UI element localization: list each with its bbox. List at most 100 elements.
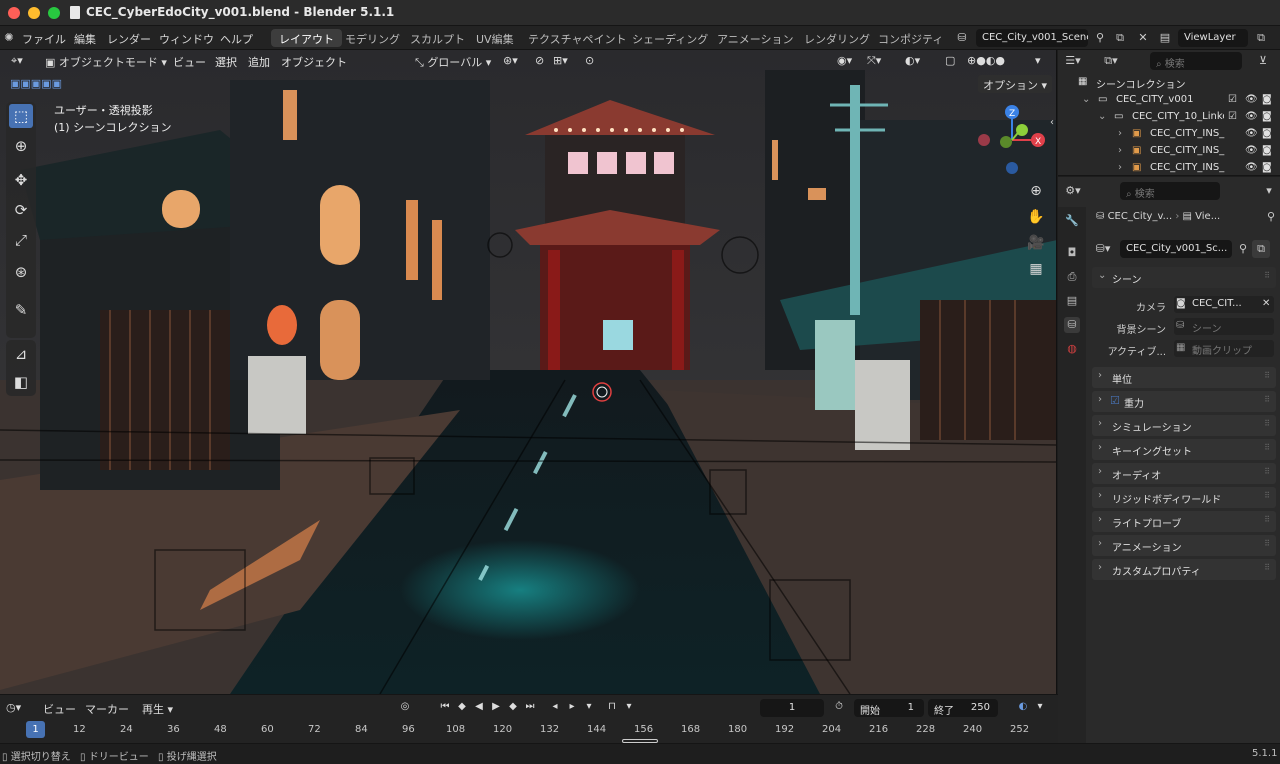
panel-simulation[interactable]: › シミュレーション ⠿ — [1092, 415, 1276, 436]
gravity-checkbox-icon[interactable]: ☑ — [1110, 394, 1120, 407]
playhead-frame-indicator[interactable]: 1 — [26, 721, 45, 738]
tab-compositing[interactable]: コンポジティ — [870, 29, 951, 47]
shading-modes-icon[interactable]: ⊕●◐● — [962, 52, 1010, 70]
stopwatch-icon[interactable]: ⏱ — [832, 700, 846, 714]
world-tab-icon[interactable]: ◍ — [1064, 341, 1080, 357]
navigation-gizmo[interactable]: Z X — [970, 100, 1054, 184]
panel-light-probes[interactable]: › ライトプローブ ⠿ — [1092, 511, 1276, 532]
viewport-menu-view[interactable]: ビュー — [173, 54, 206, 70]
play-reverse-icon[interactable]: ◀ — [472, 700, 486, 714]
blender-logo-icon[interactable]: ✺ — [0, 29, 18, 47]
drag-handle-icon[interactable]: ⠿ — [1264, 371, 1270, 380]
outliner-row[interactable]: ⌄ ▭ CEC_CITY_10_Linke ☑ 👁 ◙ — [1058, 109, 1280, 126]
transform-icon[interactable]: ⊛ — [9, 260, 33, 284]
minimize-window-button[interactable] — [28, 7, 40, 19]
play-icon[interactable]: ▶ — [489, 700, 503, 714]
viewlayer-icon[interactable]: ▤ — [1156, 29, 1174, 47]
pin-icon[interactable]: ⚲ — [1262, 208, 1280, 226]
auto-keying-icon[interactable]: ⊓ — [605, 700, 619, 714]
ortho-grid-icon[interactable]: ▦ — [1027, 260, 1045, 278]
scene-data-icon[interactable]: ⛁▾ — [1094, 240, 1112, 258]
proportional-edit-icon[interactable]: ⊙ — [580, 52, 599, 70]
add-cube-icon[interactable]: ◧ — [9, 370, 33, 394]
checkbox-icon[interactable]: ☑ — [1228, 94, 1237, 105]
select-box-icon[interactable]: ⬚ — [9, 104, 33, 128]
pan-hand-icon[interactable]: ✋ — [1027, 208, 1045, 226]
drag-handle-icon[interactable]: ⠿ — [1264, 563, 1270, 572]
panel-rigid-body-world[interactable]: › リジッドボディワールド ⠿ — [1092, 487, 1276, 508]
delete-scene-icon[interactable]: ✕ — [1134, 29, 1152, 47]
viewlayer-field[interactable]: ViewLayer — [1178, 29, 1248, 47]
camera-render-icon[interactable]: ◙ — [1262, 145, 1272, 156]
chevron-down-icon[interactable]: ▾ — [622, 700, 636, 714]
options-dropdown[interactable]: オプション ▾ — [978, 75, 1053, 93]
outliner-row[interactable]: › ▣ CEC_CITY_INS_ 👁 ◙ — [1058, 143, 1280, 160]
shading-options-icon[interactable]: ▾ — [1030, 52, 1046, 70]
drag-handle-icon[interactable]: ⠿ — [1264, 539, 1270, 548]
visibility-icon[interactable]: ◉▾ — [832, 52, 857, 70]
pivot-point-icon[interactable]: ⊛▾ — [498, 52, 523, 70]
camera-render-icon[interactable]: ◙ — [1262, 128, 1272, 139]
panel-units[interactable]: › 単位 ⠿ — [1092, 367, 1276, 388]
menu-file[interactable]: ファイル — [22, 31, 66, 47]
tab-layout[interactable]: レイアウト — [271, 29, 342, 47]
pin-icon[interactable]: ⚲ — [1091, 29, 1109, 47]
clear-camera-icon[interactable]: ✕ — [1262, 298, 1270, 309]
frame-start-input[interactable]: 開始 1 — [854, 699, 924, 717]
outliner-row[interactable]: › ▣ CEC_CITY_INS_ 👁 ◙ — [1058, 160, 1280, 177]
viewport-menu-select[interactable]: 選択 — [215, 54, 237, 70]
current-frame-input[interactable]: 1 — [760, 699, 824, 717]
jump-end-icon[interactable]: ⏭ — [523, 700, 537, 714]
next-keyframe-icon[interactable]: ◆ — [506, 700, 520, 714]
measure-icon[interactable]: ⊿ — [9, 342, 33, 366]
camera-render-icon[interactable]: ◙ — [1262, 162, 1272, 173]
active-clip-field[interactable]: 動画クリップ — [1174, 340, 1274, 357]
drag-handle-icon[interactable]: ⠿ — [1264, 271, 1270, 280]
outliner-editor-icon[interactable]: ☰▾ — [1064, 52, 1082, 70]
annotate-icon[interactable]: ✎ — [9, 298, 33, 322]
new-scene-icon[interactable]: ⧉ — [1111, 29, 1129, 47]
gizmo-toggle-icon[interactable]: ⤧▾ — [862, 52, 886, 70]
snap-toggle-icon[interactable]: ⊘ — [530, 52, 549, 70]
timeline-menu-view[interactable]: ビュー — [43, 701, 76, 717]
3d-viewport[interactable]: ⌖▾ ▣ オブジェクトモード ▾ ビュー 選択 追加 オブジェクト ⤡ グローバ… — [0, 50, 1057, 694]
sidebar-toggle-icon[interactable]: ‹ — [1043, 114, 1056, 132]
cursor-icon[interactable]: ⊕ — [9, 134, 33, 158]
view-layer-tab-icon[interactable]: ▤ — [1064, 293, 1080, 309]
panel-gravity[interactable]: › ☑ 重力 ⠿ — [1092, 391, 1276, 412]
drag-handle-icon[interactable]: ⠿ — [1264, 491, 1270, 500]
panel-scene[interactable]: ⌄ シーン ⠿ — [1092, 267, 1276, 288]
scene-name-field[interactable]: CEC_City_v001_Scene — [976, 29, 1088, 47]
scene-name-input[interactable]: CEC_City_v001_Sc... — [1120, 240, 1232, 258]
zoom-icon[interactable]: ⊕ — [1027, 182, 1045, 200]
properties-editor-icon[interactable]: ⚙▾ — [1064, 182, 1082, 200]
selection-mode-icons[interactable]: ▣▣▣▣▣ — [5, 75, 67, 93]
outliner-search-input[interactable]: ⌕ 検索 — [1150, 52, 1242, 70]
transform-orientation-selector[interactable]: ⤡ グローバル ▾ — [410, 52, 496, 70]
tab-shading[interactable]: シェーディング — [624, 29, 716, 47]
xray-icon[interactable]: ▢ — [940, 52, 960, 70]
checkbox-icon[interactable]: ☑ — [1228, 111, 1237, 122]
tab-animation[interactable]: アニメーション — [709, 29, 802, 47]
viewport-menu-object[interactable]: オブジェクト — [281, 54, 347, 70]
maximize-window-button[interactable] — [48, 7, 60, 19]
timeline-editor-icon[interactable]: ◷▾ — [6, 701, 21, 714]
timeline-menu-playback[interactable]: 再生 ▾ — [142, 701, 173, 717]
record-icon[interactable]: ◎ — [398, 700, 412, 714]
menu-help[interactable]: ヘルプ — [220, 31, 253, 47]
tab-sculpt[interactable]: スカルプト — [402, 29, 473, 47]
next-marker-icon[interactable]: ▸ — [565, 700, 579, 714]
tab-modeling[interactable]: モデリング — [337, 29, 408, 47]
panel-animation[interactable]: › アニメーション ⠿ — [1092, 535, 1276, 556]
camera-field[interactable]: CEC_CIT... — [1174, 296, 1274, 313]
drag-handle-icon[interactable]: ⠿ — [1264, 467, 1270, 476]
snap-target-icon[interactable]: ⊞▾ — [548, 52, 573, 70]
background-scene-field[interactable]: シーン — [1174, 318, 1274, 335]
drag-handle-icon[interactable]: ⠿ — [1264, 419, 1270, 428]
filter-icon[interactable]: ⊻ — [1254, 52, 1272, 70]
panel-audio[interactable]: › オーディオ ⠿ — [1092, 463, 1276, 484]
tab-rendering[interactable]: レンダリング — [796, 29, 878, 47]
properties-search-input[interactable]: ⌕ 検索 — [1120, 182, 1220, 200]
render-tab-icon[interactable]: ◘ — [1064, 245, 1080, 261]
camera-view-icon[interactable]: 🎥 — [1027, 234, 1045, 252]
